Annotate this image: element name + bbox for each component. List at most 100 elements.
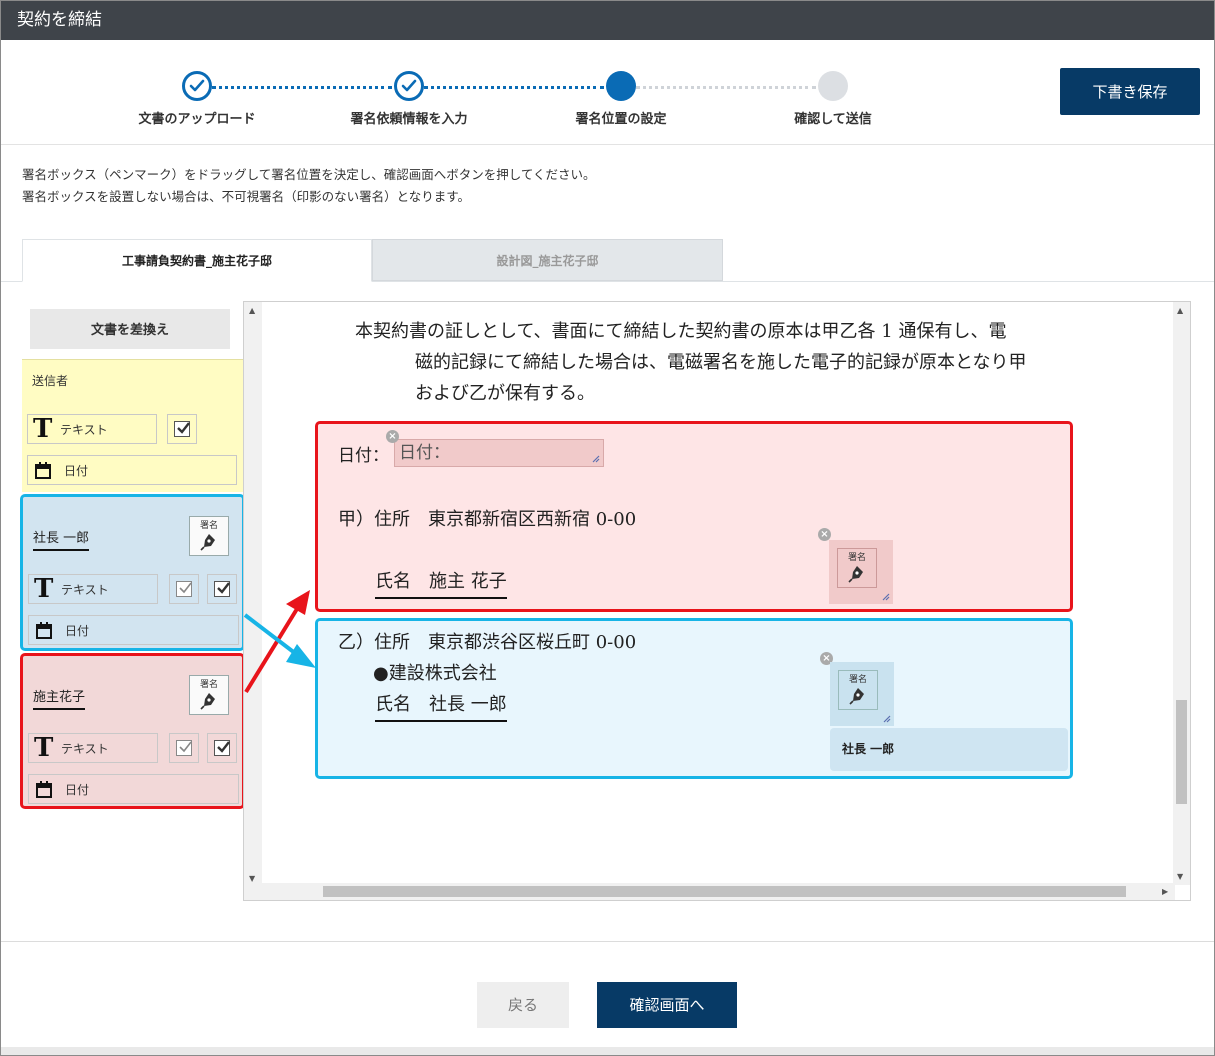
footer-divider [1,941,1214,942]
scroll-up-arrow-icon: ▲ [249,306,256,315]
party-a-address: 甲）住所 東京都新宿区西新宿 0-00 [338,509,637,530]
step-1-label: 文書のアップロード [138,112,256,127]
step-2-label: 署名依頼情報を入力 [350,112,468,127]
party-a-seal-box[interactable]: 署名 [829,540,893,604]
doc-paragraph-line-1: 本契約書の証しとして、書面にて締結した契約書の原本は甲乙各 1 通保有し、電 [355,321,1007,342]
signer1-checkbox-light[interactable] [169,574,199,604]
calendar-icon [36,622,52,639]
pen-nib-icon [200,693,215,710]
calendar-icon [35,462,51,479]
step-4-label: 確認して送信 [794,112,872,127]
calendar-icon [36,781,52,798]
app-frame: 契約を締結 文書のアップロード 署名依頼情報を入力 署名位置の設定 確認して送信… [0,0,1215,1056]
signer-fields-panel: 文書を差換え 送信者 T テキスト 日付 社長 一郎 署名 T テキスト 日付 … [20,301,245,901]
seal-drag-handle[interactable]: 署名 [189,516,229,556]
check-mark-icon [179,741,192,753]
scroll-down-arrow-icon[interactable]: ▼ [1177,872,1183,881]
pen-nib-icon [200,534,215,551]
sender-block: 送信者 T テキスト 日付 [22,359,243,492]
signer-name-seshu: 施主花子 [33,686,86,710]
check-mark-icon [217,582,230,594]
signer2-checkbox[interactable] [207,733,237,763]
signer1-date-field[interactable]: 日付 [28,615,239,645]
save-draft-button[interactable]: 下書き保存 [1060,68,1200,115]
date-input-value: 日付： [399,443,450,463]
check-mark-icon [177,422,190,434]
check-mark-icon [217,741,230,753]
step-connector-1 [212,86,392,89]
text-type-icon: T [34,733,54,763]
signer1-checkbox[interactable] [207,574,237,604]
vertical-scrollbar[interactable]: ▲ ▼ [1173,302,1190,885]
text-type-icon: T [33,414,53,444]
signer2-text-label: テキスト [61,742,109,756]
sender-title: 送信者 [32,374,69,388]
seal-label: 署名 [847,553,866,563]
remove-date-field-icon[interactable]: × [386,430,399,443]
replace-document-button[interactable]: 文書を差換え [30,309,230,349]
seal-icon: 署名 [838,670,878,710]
seal-label: 署名 [199,521,218,531]
resize-grip-icon[interactable] [592,455,600,463]
document-tabs: 工事請負契約書_施主花子邸 設計図_施主花子邸 [1,239,1214,282]
date-label: 日付： [338,446,389,466]
step-connector-3 [636,86,816,89]
signer2-text-field[interactable]: T テキスト [28,733,158,763]
signer2-date-field[interactable]: 日付 [28,774,239,804]
signer1-text-field[interactable]: T テキスト [28,574,158,604]
sender-text-label: テキスト [60,423,108,437]
step-3-label: 署名位置の設定 [575,112,667,127]
seal-icon: 署名 [837,548,877,588]
step-2-check-icon [394,71,424,101]
sender-date-label: 日付 [64,464,89,478]
doc-paragraph-line-2: 磁的記録にて締結した場合は、電磁署名を施した電子的記録が原本となり甲 [415,352,1027,373]
signer-block-seshu: 施主花子 署名 T テキスト 日付 [20,653,245,809]
seal-label: 署名 [199,680,218,690]
pen-nib-icon [848,566,863,583]
tab-design-drawing[interactable]: 設計図_施主花子邸 [372,239,723,281]
party-b-name: 氏名 社長 一郎 [375,690,507,722]
document-viewer[interactable]: ▲ ▼ 本契約書の証しとして、書面にて締結した契約書の原本は甲乙各 1 通保有し… [243,301,1191,901]
step-1-check-icon [182,71,212,101]
party-a-name: 氏名 施主 花子 [375,567,507,599]
pen-nib-icon [849,688,864,705]
party-b-seal-box[interactable]: 署名 [830,662,894,726]
horizontal-scrollbar[interactable]: ▶ [244,883,1175,900]
step-3-current-indicator [606,71,636,101]
doc-paragraph-line-3: および乙が保有する。 [415,383,595,404]
window-title: 契約を締結 [1,1,1214,40]
signer-block-shacho: 社長 一郎 署名 T テキスト 日付 [20,494,245,651]
instruction-line-1: 署名ボックス（ペンマーク）をドラッグして署名位置を決定し、確認画面へボタンを押し… [22,167,596,182]
progress-stepper: 文書のアップロード 署名依頼情報を入力 署名位置の設定 確認して送信 下書き保存 [1,41,1214,145]
sender-text-field[interactable]: T テキスト [27,414,157,444]
back-button[interactable]: 戻る [477,982,569,1028]
resize-grip-icon[interactable] [883,715,891,723]
sender-date-field[interactable]: 日付 [27,455,237,485]
seal-label: 署名 [848,675,867,685]
signer1-text-label: テキスト [61,583,109,597]
scroll-down-arrow-icon: ▼ [249,874,256,883]
date-input-field[interactable]: 日付： [394,439,604,467]
text-type-icon: T [34,574,54,604]
party-a-signature-area: 日付： 日付： × 甲）住所 東京都新宿区西新宿 0-00 氏名 施主 花子 ×… [315,421,1073,612]
party-b-company: ●建設株式会社 [373,663,497,684]
instructions: 署名ボックス（ペンマーク）をドラッグして署名位置を決定し、確認画面へボタンを押し… [22,164,596,208]
vertical-scroll-thumb[interactable] [1176,700,1187,804]
horizontal-scroll-thumb[interactable] [323,886,1126,897]
seal-owner-tooltip: 社長 一郎 [830,728,1068,771]
left-gutter: ▲ ▼ [244,302,262,885]
tab-construction-contract[interactable]: 工事請負契約書_施主花子邸 [22,239,372,282]
signer-name-shacho: 社長 一郎 [33,527,90,551]
sender-checkbox-field[interactable] [167,414,197,444]
bottom-strip [1,1047,1214,1055]
scroll-up-arrow-icon[interactable]: ▲ [1177,306,1183,315]
seal-drag-handle[interactable]: 署名 [189,675,229,715]
signer1-date-label: 日付 [65,624,90,638]
confirm-screen-button[interactable]: 確認画面へ [597,982,737,1028]
resize-grip-icon[interactable] [882,593,890,601]
scroll-right-arrow-icon[interactable]: ▶ [1162,887,1168,896]
step-connector-2 [424,86,604,89]
signer2-checkbox-light[interactable] [169,733,199,763]
step-4-future-indicator [818,71,848,101]
instruction-line-2: 署名ボックスを設置しない場合は、不可視署名（印影のない署名）となります。 [22,189,471,204]
